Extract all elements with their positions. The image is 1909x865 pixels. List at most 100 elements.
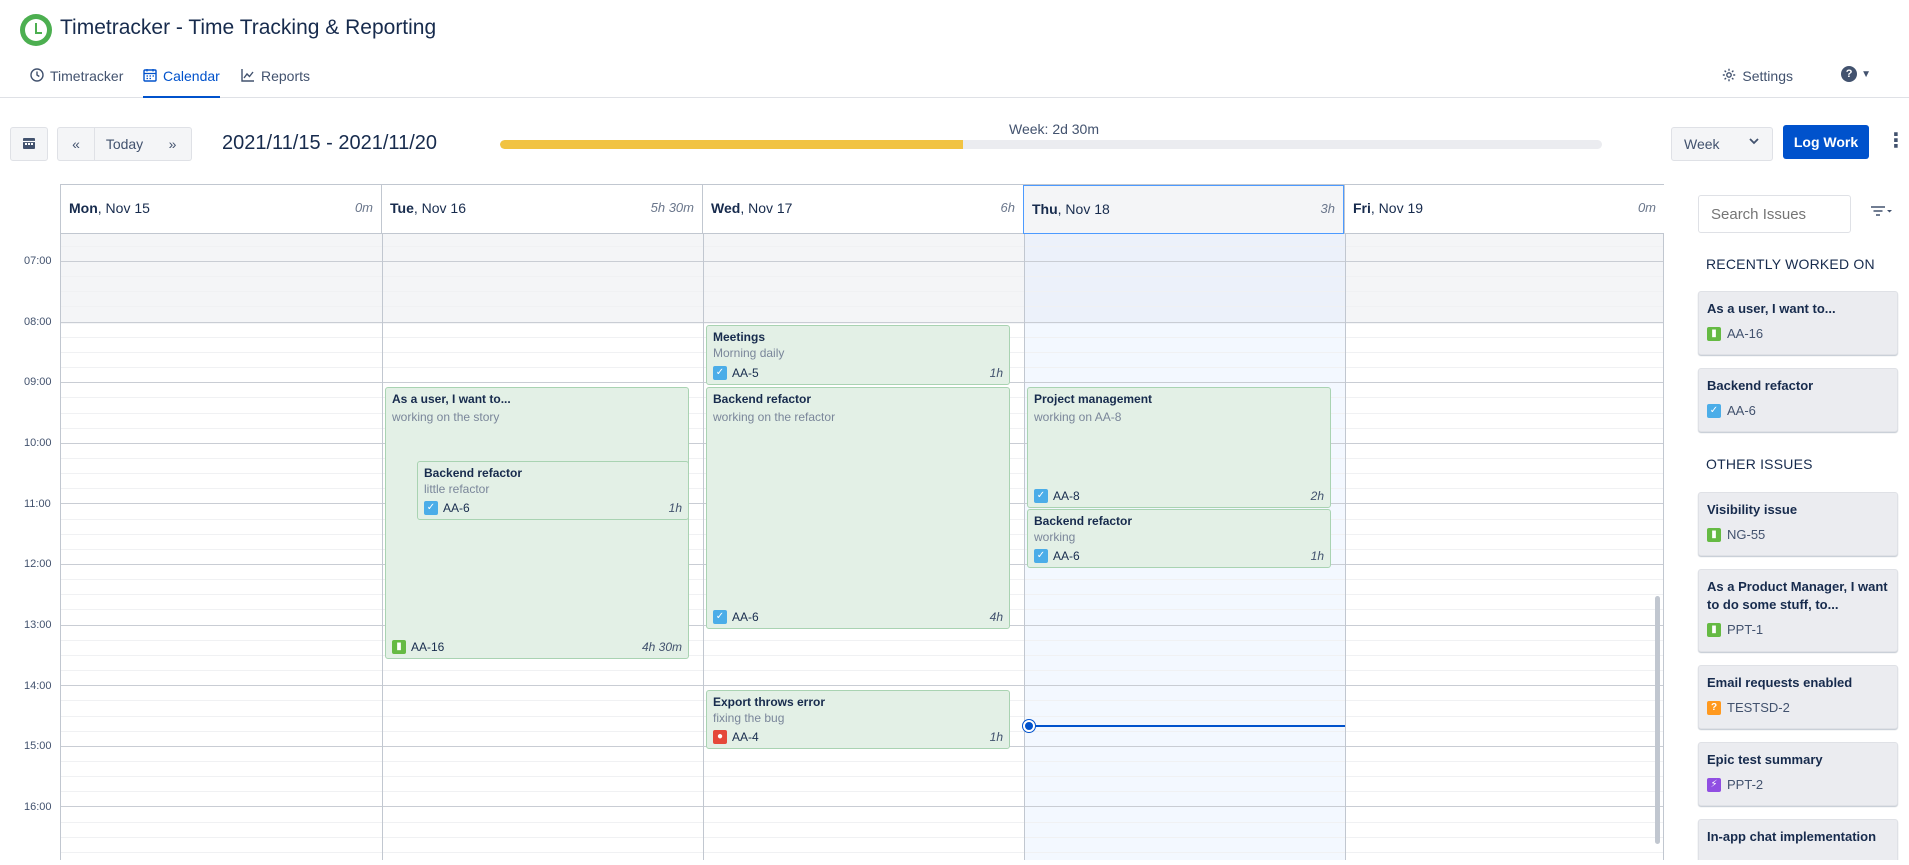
issue-card[interactable]: Email requests enabled ? TESTSD-2 bbox=[1698, 665, 1898, 729]
event-footer: ✓ AA-8 2h bbox=[1034, 489, 1324, 503]
previous-week-button[interactable]: « bbox=[57, 127, 95, 161]
issue-key: AA-6 bbox=[1727, 403, 1756, 418]
day-total: 3h bbox=[1320, 201, 1335, 216]
hour-label: 14:00 bbox=[24, 680, 52, 692]
calendar-icon bbox=[22, 136, 36, 153]
quarter-gridline bbox=[61, 306, 1663, 307]
calendar-scrollbar[interactable] bbox=[1655, 596, 1660, 844]
issue-card[interactable]: Visibility issue ▮ NG-55 bbox=[1698, 492, 1898, 556]
other-issues-heading: OTHER ISSUES bbox=[1706, 456, 1813, 472]
event-title: Export throws error bbox=[713, 695, 826, 709]
event-title: Meetings bbox=[713, 330, 766, 344]
worklog-event[interactable]: As a user, I want to... working on the s… bbox=[385, 387, 689, 659]
tab-calendar-label: Calendar bbox=[163, 68, 220, 84]
quarter-gridline bbox=[61, 276, 1663, 277]
week-progress-bar bbox=[500, 140, 1602, 149]
off-hours-shading bbox=[61, 234, 1663, 324]
event-title: Backend refactor bbox=[1034, 514, 1133, 528]
calendar-grid[interactable]: Meetings Morning daily ✓ AA-5 1h As a us… bbox=[60, 234, 1664, 860]
task-type-icon: ✓ bbox=[1707, 403, 1721, 418]
log-work-button[interactable]: Log Work bbox=[1783, 125, 1869, 159]
day-name: Mon bbox=[69, 200, 98, 216]
issue-title: Email requests enabled bbox=[1707, 675, 1853, 690]
timetracker-logo-icon bbox=[20, 14, 52, 46]
event-footer: ▮ AA-16 4h 30m bbox=[392, 640, 682, 654]
issue-card[interactable]: Epic test summary ⚡ PPT-2 bbox=[1698, 742, 1898, 806]
event-description: Morning daily bbox=[713, 346, 785, 360]
day-total: 0m bbox=[1637, 200, 1656, 215]
event-title: Project management bbox=[1034, 392, 1153, 406]
hour-label: 08:00 bbox=[24, 316, 52, 328]
view-select[interactable]: Week bbox=[1671, 127, 1773, 161]
help-menu-button[interactable]: ? ▼ bbox=[1841, 66, 1871, 82]
worklog-event[interactable]: Backend refactor working on the refactor… bbox=[706, 387, 1010, 629]
question-type-icon: ? bbox=[1707, 700, 1721, 715]
event-duration: 4h 30m bbox=[641, 640, 682, 654]
tab-calendar[interactable]: Calendar bbox=[143, 68, 220, 98]
issue-title: In-app chat implementation bbox=[1707, 829, 1877, 844]
settings-label: Settings bbox=[1742, 68, 1793, 84]
date-picker-button[interactable] bbox=[10, 127, 48, 161]
more-options-icon[interactable]: ⋮ bbox=[1886, 129, 1906, 153]
event-duration: 1h bbox=[989, 730, 1003, 744]
quarter-gridline bbox=[61, 640, 1663, 641]
quarter-gridline bbox=[61, 837, 1663, 838]
day-header-today: Thu, Nov 18 3h bbox=[1023, 185, 1344, 234]
hour-label: 12:00 bbox=[24, 558, 52, 570]
settings-button[interactable]: Settings bbox=[1722, 68, 1793, 85]
event-footer: ✓ AA-6 1h bbox=[1034, 549, 1324, 563]
worklog-event[interactable]: Backend refactor little refactor ✓ AA-6 … bbox=[417, 461, 689, 520]
day-total: 6h bbox=[1000, 200, 1015, 215]
event-footer: ✓ AA-6 1h bbox=[424, 501, 682, 515]
issue-card[interactable]: Backend refactor ✓ AA-6 bbox=[1698, 368, 1898, 432]
issue-footer: ▮ PPT-1 bbox=[1707, 622, 1889, 637]
issue-card[interactable]: In-app chat implementation bbox=[1698, 819, 1898, 860]
time-labels: 07:00 08:00 09:00 10:00 11:00 12:00 13:0… bbox=[0, 234, 60, 860]
task-type-icon: ✓ bbox=[1034, 549, 1048, 563]
task-type-icon: ✓ bbox=[713, 610, 727, 624]
worklog-event[interactable]: Meetings Morning daily ✓ AA-5 1h bbox=[706, 325, 1010, 385]
chevron-down-icon: ▼ bbox=[1861, 68, 1871, 80]
day-total: 0m bbox=[354, 200, 373, 215]
double-chevron-left-icon: « bbox=[72, 136, 80, 152]
quarter-gridline bbox=[61, 291, 1663, 292]
issue-card[interactable]: As a Product Manager, I want to do some … bbox=[1698, 569, 1898, 652]
worklog-event[interactable]: Backend refactor working ✓ AA-6 1h bbox=[1027, 509, 1331, 568]
issue-key: AA-8 bbox=[1053, 489, 1080, 503]
issue-title: As a user, I want to... bbox=[1707, 301, 1836, 316]
today-button[interactable]: Today bbox=[95, 127, 155, 161]
event-description: working on the story bbox=[392, 410, 500, 424]
tab-timetracker[interactable]: Timetracker bbox=[30, 68, 123, 98]
filter-icon[interactable] bbox=[1870, 204, 1892, 220]
quarter-gridline bbox=[61, 822, 1663, 823]
issue-key: PPT-2 bbox=[1727, 777, 1764, 792]
bug-type-icon: ● bbox=[713, 730, 727, 744]
day-header: Tue, Nov 16 5h 30m bbox=[381, 185, 702, 234]
day-date: , Nov 19 bbox=[1370, 200, 1424, 216]
current-time-line bbox=[1028, 725, 1345, 727]
day-date: , Nov 18 bbox=[1057, 201, 1110, 217]
chart-icon bbox=[241, 68, 255, 86]
hour-label: 16:00 bbox=[24, 801, 52, 813]
event-title: Backend refactor bbox=[713, 392, 812, 406]
search-issues-input[interactable] bbox=[1698, 195, 1851, 233]
worklog-event[interactable]: Export throws error fixing the bug ● AA-… bbox=[706, 690, 1010, 749]
day-date: , Nov 16 bbox=[413, 200, 466, 216]
chevron-down-icon bbox=[1748, 134, 1760, 150]
event-footer: ✓ AA-6 4h bbox=[713, 610, 1003, 624]
quarter-gridline bbox=[61, 791, 1663, 792]
day-name: Thu bbox=[1032, 201, 1058, 217]
issue-title: Visibility issue bbox=[1707, 502, 1798, 517]
issue-key: AA-6 bbox=[1053, 549, 1080, 563]
day-divider bbox=[382, 234, 383, 860]
issue-card[interactable]: As a user, I want to... ▮ AA-16 bbox=[1698, 291, 1898, 355]
issue-footer: ⚡ PPT-2 bbox=[1707, 777, 1889, 792]
issue-footer: ✓ AA-6 bbox=[1707, 403, 1889, 418]
worklog-event[interactable]: Project management working on AA-8 ✓ AA-… bbox=[1027, 387, 1331, 508]
quarter-gridline bbox=[61, 776, 1663, 777]
help-icon: ? bbox=[1841, 66, 1858, 82]
story-type-icon: ▮ bbox=[1707, 622, 1721, 637]
tab-reports[interactable]: Reports bbox=[241, 68, 310, 98]
next-week-button[interactable]: » bbox=[154, 127, 192, 161]
epic-type-icon: ⚡ bbox=[1707, 777, 1721, 792]
